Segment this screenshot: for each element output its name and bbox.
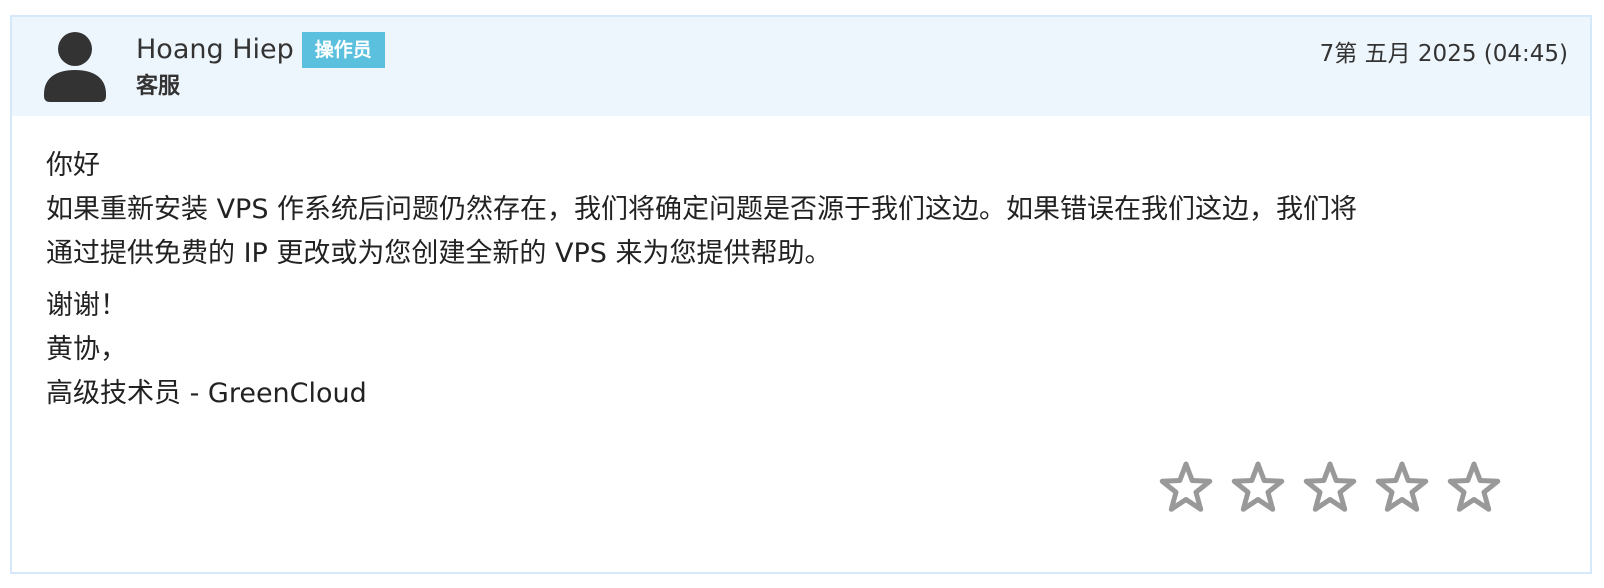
message-body-line: 通过提供免费的 IP 更改或为您创建全新的 VPS 来为您提供帮助。	[46, 238, 832, 269]
message-thanks: 谢谢！	[46, 290, 127, 321]
rating-star-4-icon[interactable]	[1374, 459, 1430, 515]
message-signature: 谢谢！ 黄协， 高级技术员 - GreenCloud	[46, 284, 1546, 416]
user-avatar-icon	[44, 32, 106, 102]
message-body-line: 如果重新安装 VPS 作系统后问题仍然存在，我们将确定问题是否源于我们这边。如果…	[46, 194, 1358, 225]
reply-header: Hoang Hiep 操作员 客服 7第 五月 2025 (04:45)	[12, 17, 1590, 116]
role-badge: 操作员	[301, 32, 385, 68]
rating-star-3-icon[interactable]	[1302, 459, 1358, 515]
rating-star-1-icon[interactable]	[1158, 459, 1214, 515]
message-greeting: 你好	[46, 150, 100, 181]
reply-message: 你好 如果重新安装 VPS 作系统后问题仍然存在，我们将确定问题是否源于我们这边…	[46, 144, 1546, 416]
signature-name: 黄协，	[46, 334, 127, 365]
signature-title: 高级技术员 - GreenCloud	[46, 378, 367, 409]
reply-rating	[1158, 459, 1502, 515]
author-info: Hoang Hiep 操作员	[136, 32, 385, 68]
author-department: 客服	[136, 74, 181, 99]
reply-timestamp: 7第 五月 2025 (04:45)	[1319, 41, 1568, 67]
author-name: Hoang Hiep	[136, 34, 294, 65]
ticket-reply-card: Hoang Hiep 操作员 客服 7第 五月 2025 (04:45) 你好 …	[10, 15, 1592, 574]
message-paragraph: 你好 如果重新安装 VPS 作系统后问题仍然存在，我们将确定问题是否源于我们这边…	[46, 144, 1546, 276]
rating-star-5-icon[interactable]	[1446, 459, 1502, 515]
rating-star-2-icon[interactable]	[1230, 459, 1286, 515]
